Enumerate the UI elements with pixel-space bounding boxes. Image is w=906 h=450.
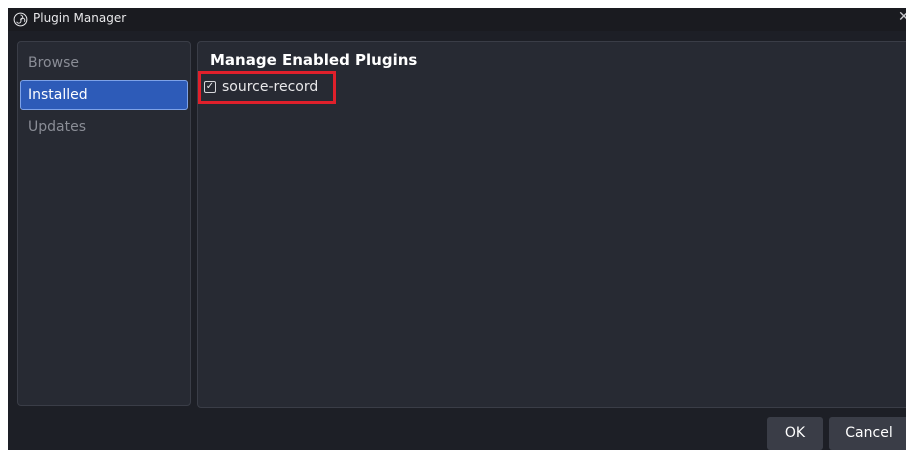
sidebar-item-installed[interactable]: Installed (20, 80, 188, 110)
plugin-item-source-record[interactable]: ✓ source-record (204, 77, 318, 97)
obs-logo-icon (13, 12, 28, 27)
main-panel: Manage Enabled Plugins ✓ source-record (197, 41, 906, 408)
title-bar: Plugin Manager ✕ (8, 8, 906, 31)
window-title: Plugin Manager (33, 11, 127, 25)
plugin-checkbox[interactable]: ✓ (204, 81, 216, 93)
cancel-button[interactable]: Cancel (829, 417, 906, 450)
sidebar: Browse Installed Updates (17, 41, 191, 406)
sidebar-item-browse[interactable]: Browse (20, 48, 188, 78)
section-title: Manage Enabled Plugins (210, 51, 418, 69)
ok-button[interactable]: OK (767, 417, 823, 450)
plugin-label: source-record (222, 79, 319, 95)
plugin-manager-window: Plugin Manager ✕ Browse Installed Update… (8, 8, 906, 450)
close-icon[interactable]: ✕ (898, 9, 906, 25)
sidebar-item-updates[interactable]: Updates (20, 112, 188, 142)
